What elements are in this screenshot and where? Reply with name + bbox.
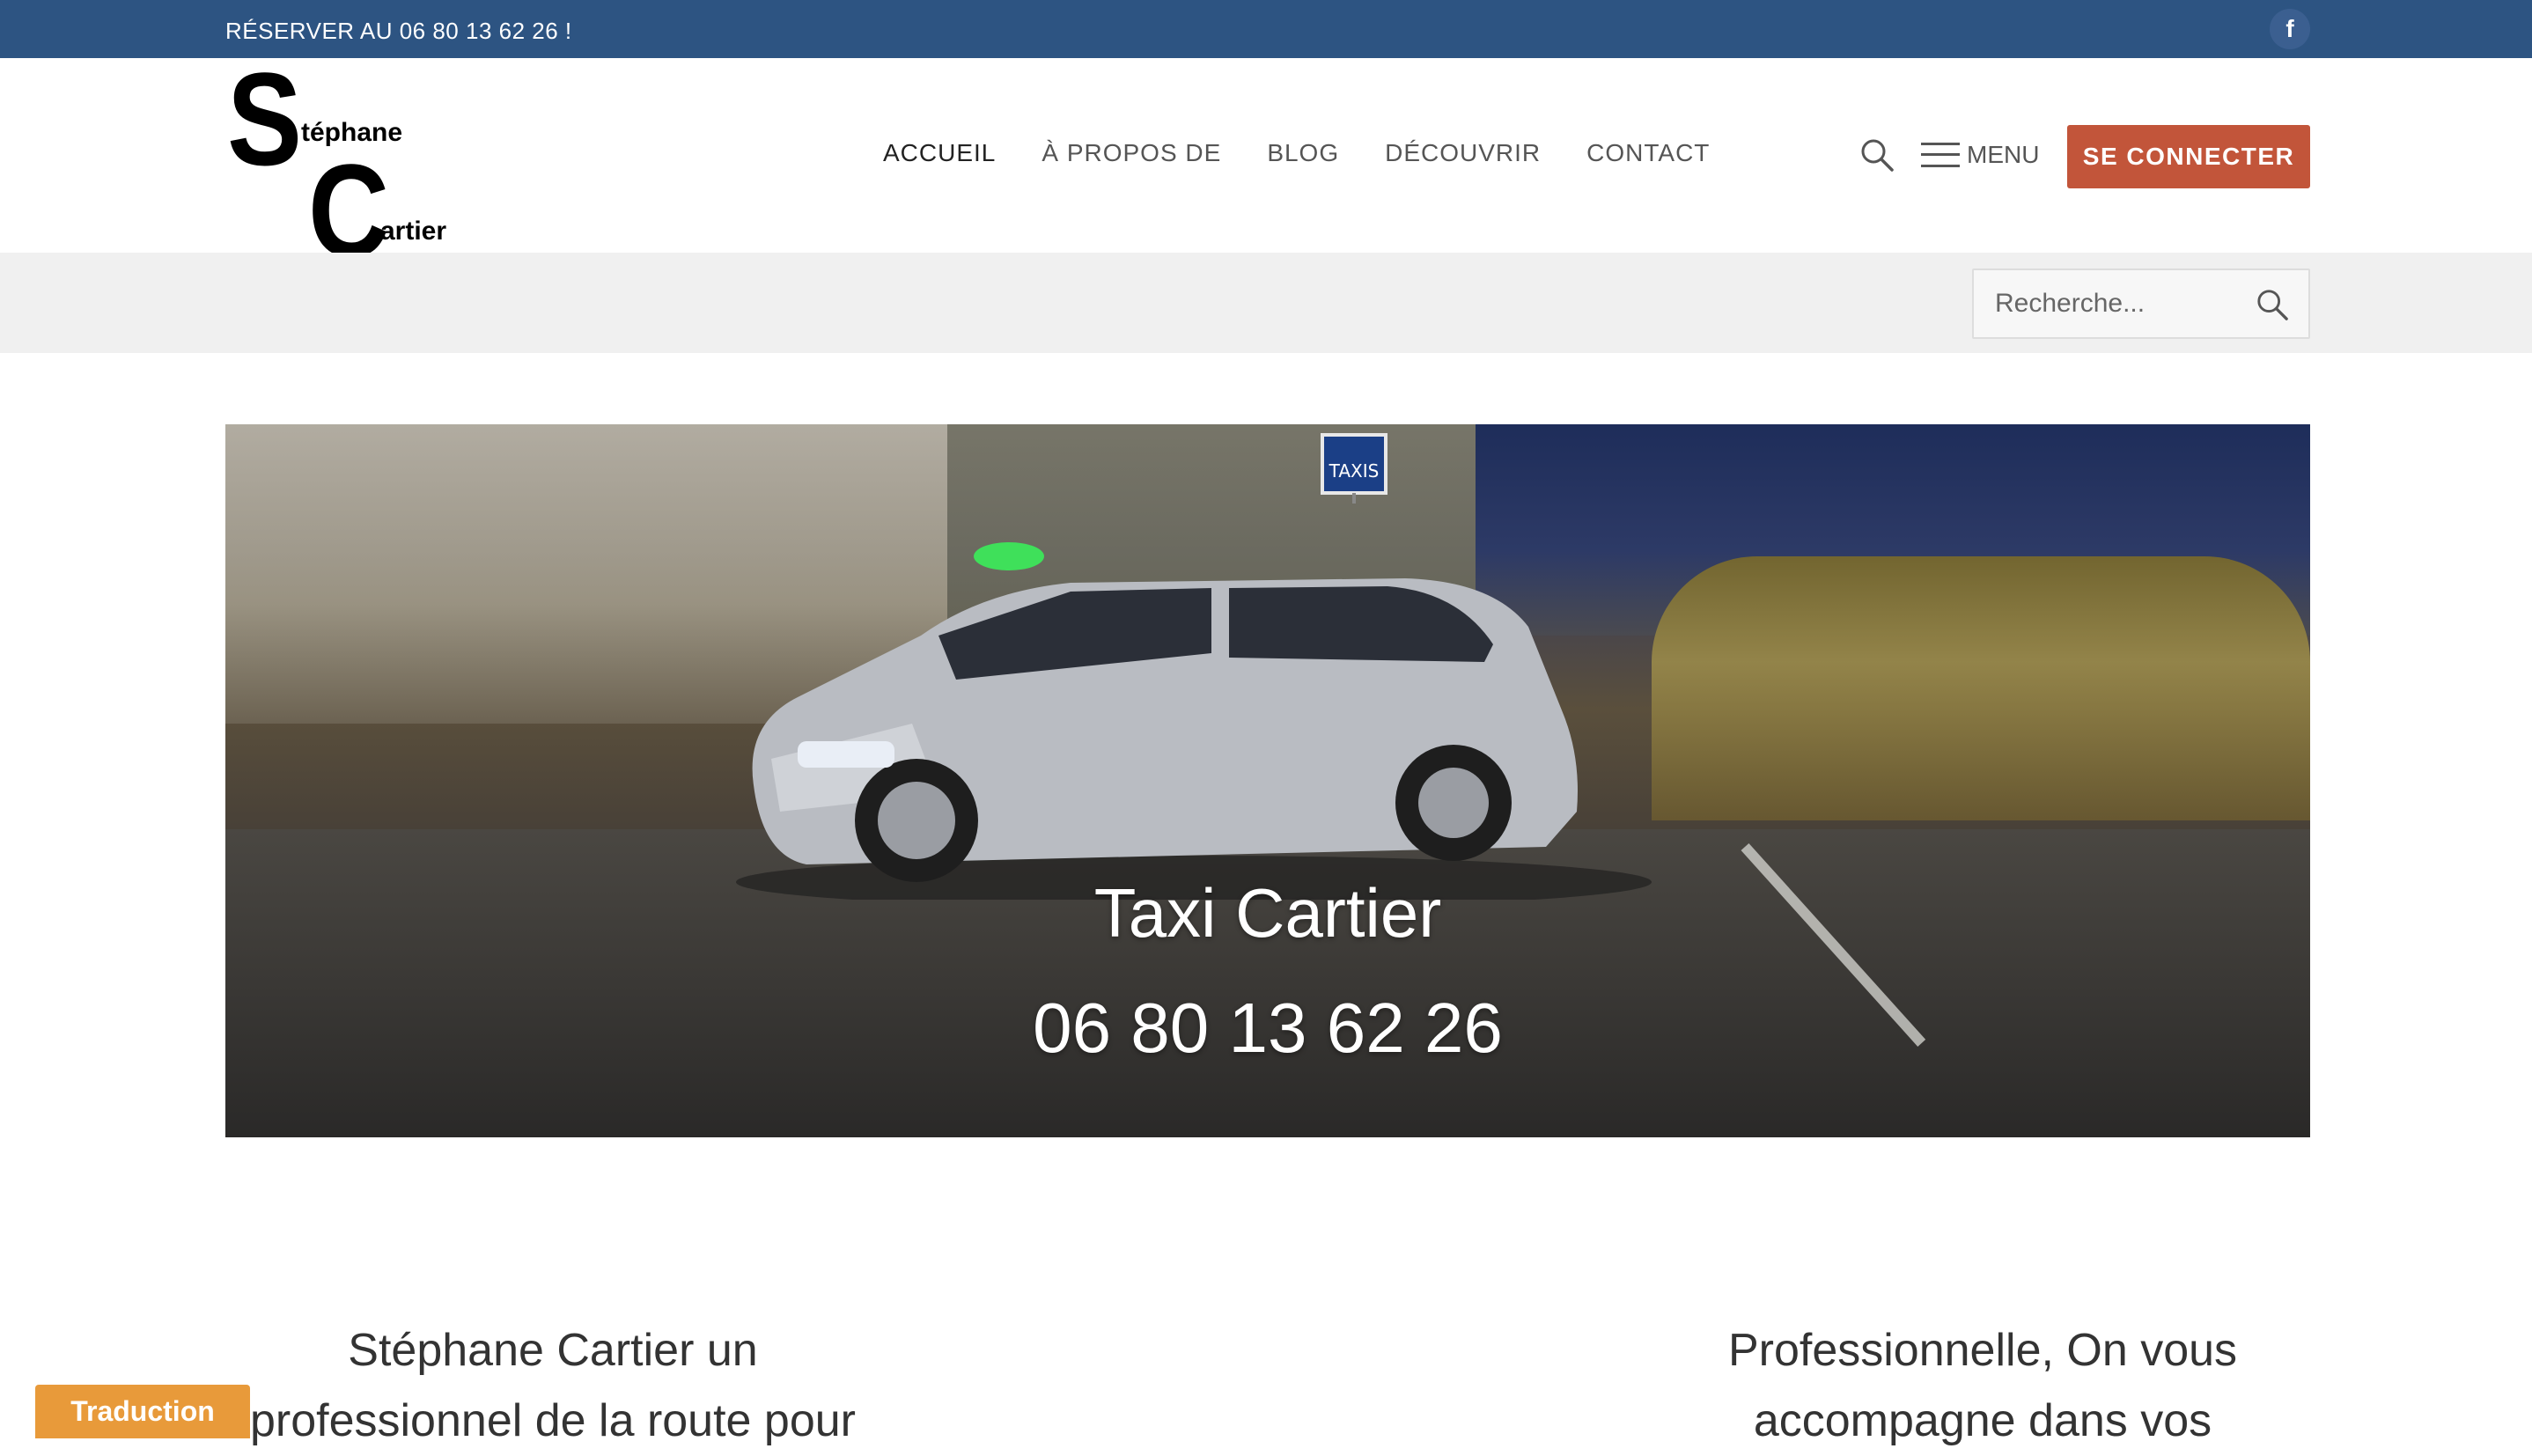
hero-banner: TAXIS Taxi Cartier 06 80 13 62 26 [225,424,2310,1137]
search-form [1972,268,2310,339]
svg-text:TAXIS: TAXIS [1329,460,1380,482]
taxi-car [736,542,1652,900]
menu-label: MENU [1967,141,2040,168]
login-button[interactable]: SE CONNECTER [2067,125,2310,188]
menu-button[interactable]: MENU [1921,141,2039,169]
search-input[interactable] [1974,270,2256,337]
hero-title: Taxi Cartier [1093,874,1442,952]
hero-phone[interactable]: 06 80 13 62 26 [225,988,2310,1069]
nav-item-blog[interactable]: BLOG [1267,139,1339,167]
site-header: S téphane C artier ACCUEIL À PROPOS DE B… [0,53,2532,276]
translate-button[interactable]: Traduction [35,1385,250,1438]
hamburger-icon [1921,141,1960,169]
search-icon[interactable] [1859,137,1895,173]
top-bar: RÉSERVER AU 06 80 13 62 26 ! f [0,0,2532,58]
logo-last-name: artier [380,217,447,246]
nav-item-decouvrir[interactable]: DÉCOUVRIR [1385,139,1541,167]
intro-left-text: Stéphane Cartier un professionnel de la … [249,1325,856,1446]
search-band [0,253,2532,353]
nav-item-contact[interactable]: CONTACT [1586,139,1710,167]
site-logo[interactable]: S téphane C artier [227,53,447,276]
main-nav: ACCUEIL À PROPOS DE BLOG DÉCOUVRIR CONTA… [883,139,1755,167]
reservation-phone[interactable]: RÉSERVER AU 06 80 13 62 26 ! [225,18,572,45]
facebook-icon[interactable]: f [2270,9,2310,49]
intro-right-text: Professionnelle, On vous accompagne dans… [1727,1325,2238,1446]
logo-letter-s: S [227,45,303,193]
taxi-sign: TAXIS [1321,433,1387,504]
nav-item-a-propos[interactable]: À PROPOS DE [1042,139,1221,167]
search-submit-icon[interactable] [2256,288,2289,321]
nav-item-accueil[interactable]: ACCUEIL [883,139,996,167]
hero-grass [1652,556,2310,820]
